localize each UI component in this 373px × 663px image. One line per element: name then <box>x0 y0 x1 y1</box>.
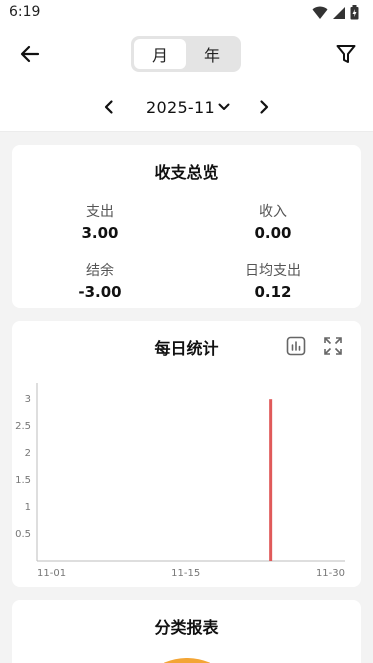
category-report-card: 分类报表 <box>12 600 361 663</box>
filter-icon <box>336 45 356 63</box>
status-bar: 6:19 <box>0 0 373 26</box>
category-donut-preview <box>164 658 210 663</box>
next-month-button[interactable] <box>254 97 274 117</box>
stat-expense-value: 3.00 <box>81 224 119 242</box>
x-tick-label: 11-15 <box>171 568 200 579</box>
arrow-left-icon <box>20 45 40 63</box>
wifi-icon <box>312 6 328 19</box>
month-picker[interactable]: 2025-11 <box>146 95 231 119</box>
tab-year[interactable]: 年 <box>186 39 238 69</box>
stat-daily-average-value: 0.12 <box>254 283 292 301</box>
summary-title: 收支总览 <box>154 163 219 182</box>
y-tick-label: 1.5 <box>15 475 31 486</box>
x-tick-label: 11-01 <box>37 568 66 579</box>
daily-stats-card: 每日统计 0.5 1 1.5 2 2.5 3 11-01 11-15 11-30 <box>12 321 361 587</box>
y-tick-label: 0.5 <box>15 529 31 540</box>
x-tick-label: 11-30 <box>316 568 345 579</box>
filter-button[interactable] <box>334 42 358 66</box>
prev-month-button[interactable] <box>99 97 119 117</box>
back-button[interactable] <box>18 42 42 66</box>
stat-balance-label: 结余 <box>86 263 114 279</box>
stat-income: 收入 0.00 <box>198 201 348 242</box>
month-navigator: 2025-11 <box>0 92 373 122</box>
chevron-down-icon <box>218 103 230 110</box>
category-report-title: 分类报表 <box>154 618 219 637</box>
daily-chart: 0.5 1 1.5 2 2.5 3 11-01 11-15 11-30 <box>15 383 345 579</box>
stat-income-label: 收入 <box>259 204 287 220</box>
stat-expense: 支出 3.00 <box>25 201 175 242</box>
y-tick-label: 1 <box>25 502 31 513</box>
stat-balance-value: -3.00 <box>78 283 122 301</box>
stat-expense-label: 支出 <box>86 204 114 220</box>
y-tick-label: 3 <box>25 394 31 405</box>
summary-card: 收支总览 支出 3.00 收入 0.00 结余 -3.00 日均支出 0.12 <box>12 145 361 308</box>
stat-daily-average: 日均支出 0.12 <box>198 260 348 301</box>
stat-income-value: 0.00 <box>254 224 292 242</box>
chevron-left-icon <box>104 100 113 114</box>
battery-icon <box>350 5 359 20</box>
top-bar: 月 年 2025-11 <box>0 26 373 132</box>
signal-icon <box>333 6 345 19</box>
stat-daily-average-label: 日均支出 <box>245 263 301 279</box>
y-tick-label: 2.5 <box>15 421 31 432</box>
status-icons <box>312 5 359 20</box>
month-label: 2025-11 <box>146 97 215 117</box>
period-toggle: 月 年 <box>131 36 241 72</box>
stat-balance: 结余 -3.00 <box>25 260 175 301</box>
y-tick-label: 2 <box>25 448 31 459</box>
chevron-right-icon <box>260 100 269 114</box>
tab-month[interactable]: 月 <box>134 39 186 69</box>
daily-bar <box>269 399 273 561</box>
status-time: 6:19 <box>9 4 41 20</box>
